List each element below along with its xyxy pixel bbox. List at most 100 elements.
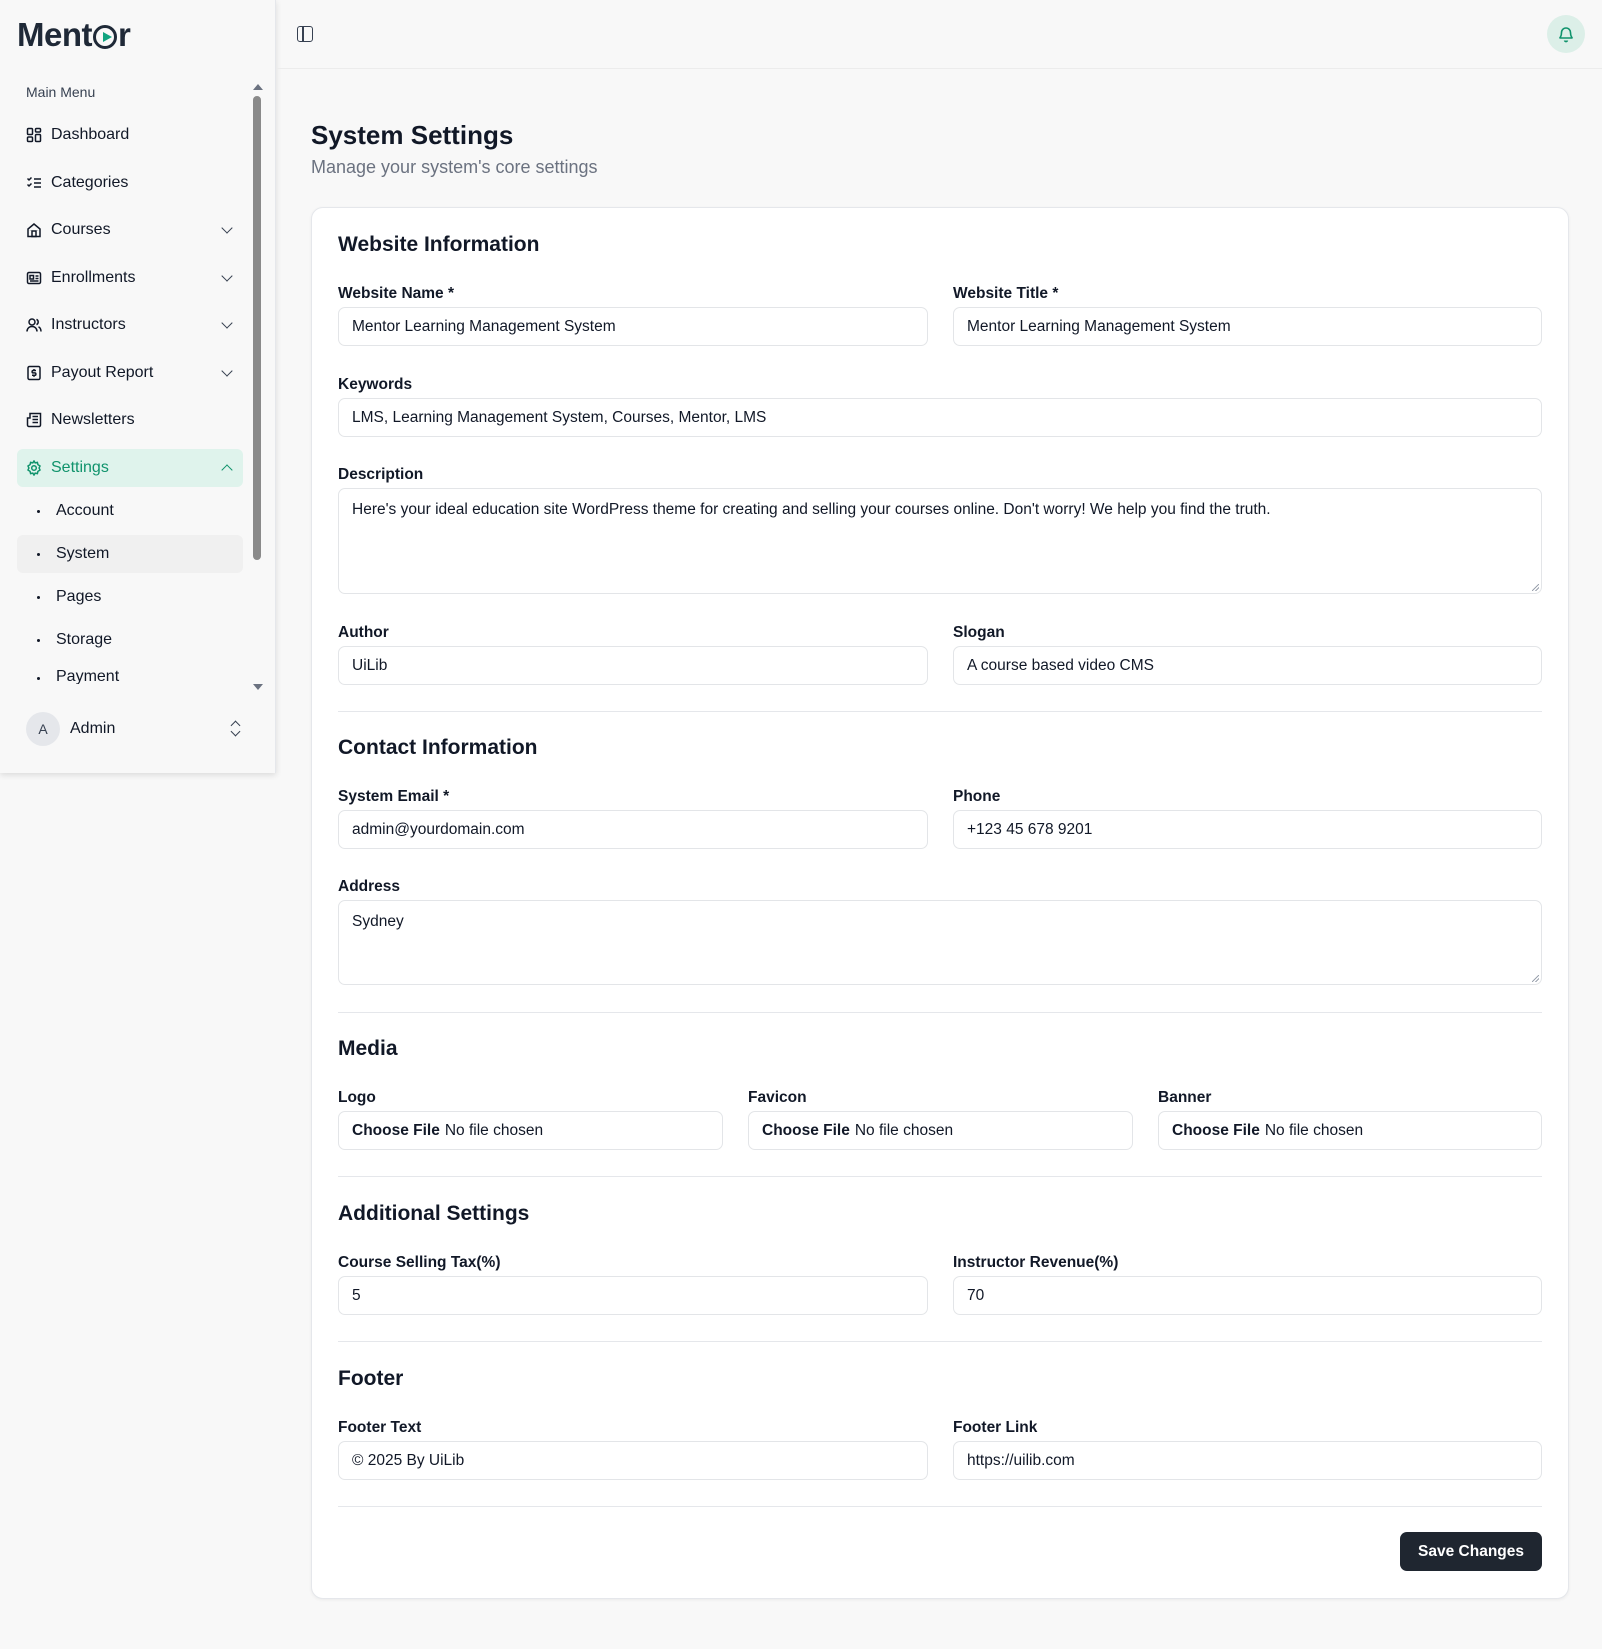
bell-icon: [1559, 27, 1573, 43]
sidebar: Ment r Main Menu Dashboard Categories Cou…: [0, 0, 276, 773]
chevron-up-icon: [221, 463, 233, 476]
footer-text-input[interactable]: © 2025 By UiLib: [338, 1441, 928, 1480]
website-name-label: Website Name *: [338, 285, 455, 302]
phone-label: Phone: [953, 788, 1001, 805]
keywords-label: Keywords: [338, 376, 413, 393]
sidebar-item-label: Courses: [51, 221, 111, 238]
sidebar-item-label: Settings: [51, 458, 109, 476]
footer-link-input[interactable]: https://uilib.com: [953, 1441, 1542, 1480]
scrollbar-thumb[interactable]: [253, 96, 261, 560]
sidebar-item-settings[interactable]: Settings: [17, 448, 243, 487]
sidebar-subitem-label: System: [56, 545, 110, 562]
section-divider: [338, 1012, 1542, 1013]
choose-file-button[interactable]: Choose File: [352, 1122, 440, 1140]
address-textarea[interactable]: Sydney: [338, 900, 1542, 985]
chevron-down-icon: [221, 364, 233, 377]
sidebar-item-label: Categories: [51, 173, 129, 191]
choose-file-button[interactable]: Choose File: [1172, 1122, 1260, 1140]
logo-label: Logo: [338, 1089, 376, 1106]
phone-input[interactable]: +123 45 678 9201: [953, 810, 1542, 849]
favicon-file-input[interactable]: Choose File No file chosen: [748, 1111, 1133, 1150]
slogan-label: Slogan: [953, 624, 1005, 641]
section-divider: [338, 1341, 1542, 1342]
list-check-icon: [26, 175, 42, 191]
notifications-button[interactable]: [1547, 15, 1585, 53]
bullet-icon: [37, 595, 40, 599]
sidebar-subitem-label: Account: [56, 502, 114, 519]
banner-file-input[interactable]: Choose File No file chosen: [1158, 1111, 1542, 1150]
sidebar-item-label: Dashboard: [51, 126, 130, 143]
id-card-icon: [26, 270, 42, 286]
section-divider: [338, 711, 1542, 712]
description-textarea[interactable]: Here's your ideal education site WordPre…: [338, 488, 1542, 594]
sidebar-item-newsletters[interactable]: Newsletters: [17, 401, 243, 439]
logo-text-right: r: [118, 16, 131, 53]
dashboard-icon: [26, 127, 42, 143]
chevrons-up-down-icon: [231, 719, 241, 739]
sidebar-subitem-system[interactable]: System: [17, 535, 243, 573]
sidebar-scrollbar[interactable]: [250, 80, 264, 690]
sidebar-subitem-label: Storage: [56, 631, 113, 648]
users-icon: [26, 317, 42, 333]
footer-link-label: Footer Link: [953, 1419, 1038, 1436]
main-menu: Dashboard Categories Courses Enrollments: [17, 116, 243, 689]
logo-text-left: Ment: [17, 16, 93, 53]
save-changes-button[interactable]: Save Changes: [1400, 1532, 1542, 1571]
top-bar: [277, 0, 1602, 69]
chevron-down-icon: [221, 317, 233, 329]
section-title-website: Website Information: [338, 233, 540, 256]
tax-input[interactable]: 5: [338, 1276, 928, 1315]
sidebar-item-label: Newsletters: [51, 411, 135, 428]
section-title-media: Media: [338, 1037, 398, 1060]
chevron-down-icon: [221, 269, 233, 282]
bullet-icon: [37, 509, 40, 513]
dollar-receipt-icon: [26, 365, 42, 381]
page-subtitle: Manage your system's core settings: [311, 157, 598, 177]
sidebar-subitem-label: Payment: [56, 668, 120, 684]
keywords-input[interactable]: LMS, Learning Management System, Courses…: [338, 398, 1542, 437]
file-status: No file chosen: [444, 1121, 544, 1139]
address-label: Address: [338, 878, 401, 895]
revenue-label: Instructor Revenue(%): [953, 1254, 1119, 1271]
sidebar-toggle-icon[interactable]: [297, 26, 313, 42]
system-email-input[interactable]: admin@yourdomain.com: [338, 810, 928, 849]
author-input[interactable]: UiLib: [338, 646, 928, 685]
website-title-label: Website Title *: [953, 285, 1059, 302]
sidebar-item-instructors[interactable]: Instructors: [17, 306, 243, 344]
brand-logo[interactable]: Ment r: [17, 16, 131, 54]
sidebar-item-label: Payout Report: [51, 363, 154, 381]
system-email-label: System Email *: [338, 788, 450, 805]
sidebar-subitem-storage[interactable]: Storage: [17, 621, 243, 659]
play-circle-icon: [93, 25, 117, 49]
newspaper-icon: [26, 412, 42, 428]
website-name-input[interactable]: Mentor Learning Management System: [338, 307, 928, 346]
logo-file-input[interactable]: Choose File No file chosen: [338, 1111, 723, 1150]
scroll-down-arrow-icon[interactable]: [253, 684, 263, 690]
bullet-icon: [37, 638, 40, 642]
section-divider: [338, 1176, 1542, 1177]
website-title-input[interactable]: Mentor Learning Management System: [953, 307, 1542, 346]
settings-form-card: Website Information Website Name * Mento…: [311, 207, 1569, 1599]
sidebar-item-courses[interactable]: Courses: [17, 211, 243, 249]
scroll-up-arrow-icon[interactable]: [253, 84, 263, 90]
slogan-input[interactable]: A course based video CMS: [953, 646, 1542, 685]
settings-submenu: Account System Pages Storage Payment: [17, 492, 243, 684]
file-status: No file chosen: [1264, 1121, 1364, 1139]
section-title-footer: Footer: [338, 1367, 404, 1390]
sidebar-item-payout-report[interactable]: Payout Report: [17, 354, 243, 392]
sidebar-item-dashboard[interactable]: Dashboard: [17, 116, 243, 154]
bullet-icon: [37, 677, 40, 680]
choose-file-button[interactable]: Choose File: [762, 1122, 850, 1140]
footer-text-label: Footer Text: [338, 1419, 422, 1436]
section-title-additional: Additional Settings: [338, 1202, 530, 1225]
sidebar-subitem-account[interactable]: Account: [17, 492, 243, 530]
sidebar-subitem-payment[interactable]: Payment: [17, 664, 243, 684]
sidebar-subitem-pages[interactable]: Pages: [17, 578, 243, 616]
sidebar-item-categories[interactable]: Categories: [17, 164, 243, 202]
user-menu[interactable]: A Admin: [26, 712, 251, 746]
sidebar-item-enrollments[interactable]: Enrollments: [17, 259, 243, 297]
tax-label: Course Selling Tax(%): [338, 1254, 501, 1271]
revenue-input[interactable]: 70: [953, 1276, 1542, 1315]
banner-label: Banner: [1158, 1089, 1212, 1106]
sidebar-subitem-label: Pages: [56, 588, 102, 605]
